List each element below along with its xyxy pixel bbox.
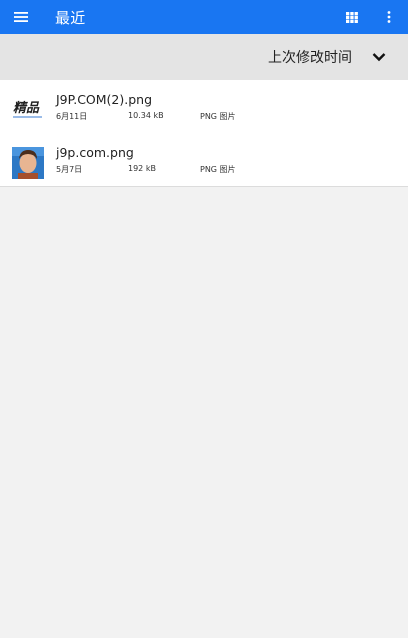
app-bar: 最近 [0,0,408,34]
file-row[interactable]: 精品 J9P.COM(2).png 6月11日 10.34 kB PNG 图片 [0,80,408,132]
page-title: 最近 [55,8,86,27]
brand-logo-image: 精品 [13,100,42,118]
file-row[interactable]: j9p.com.png 5月7日 192 kB PNG 图片 [0,133,408,185]
grid-view-icon [346,11,358,23]
file-date: 5月7日 [56,165,83,174]
svg-text:精品: 精品 [13,100,40,116]
file-size: 10.34 kB [128,111,164,120]
file-thumbnail: 精品 [12,94,44,126]
more-options-button[interactable] [376,0,402,34]
file-thumbnail [12,147,44,179]
file-type: PNG 图片 [200,165,236,174]
file-date: 6月11日 [56,112,88,121]
sort-dropdown-button[interactable] [370,48,388,66]
file-name: J9P.COM(2).png [56,92,153,107]
sort-label[interactable]: 上次修改时间 [268,47,352,67]
chevron-down-icon [372,53,386,62]
more-vert-icon [387,11,391,23]
file-size: 192 kB [128,164,156,173]
portrait-photo-image [12,147,44,179]
file-type: PNG 图片 [200,112,236,121]
file-name: j9p.com.png [56,145,134,160]
menu-button[interactable] [0,0,42,34]
grid-view-button[interactable] [338,0,366,34]
file-list: 精品 J9P.COM(2).png 6月11日 10.34 kB PNG 图片 … [0,80,408,187]
menu-icon [14,12,28,22]
sort-bar: 上次修改时间 [0,34,408,80]
